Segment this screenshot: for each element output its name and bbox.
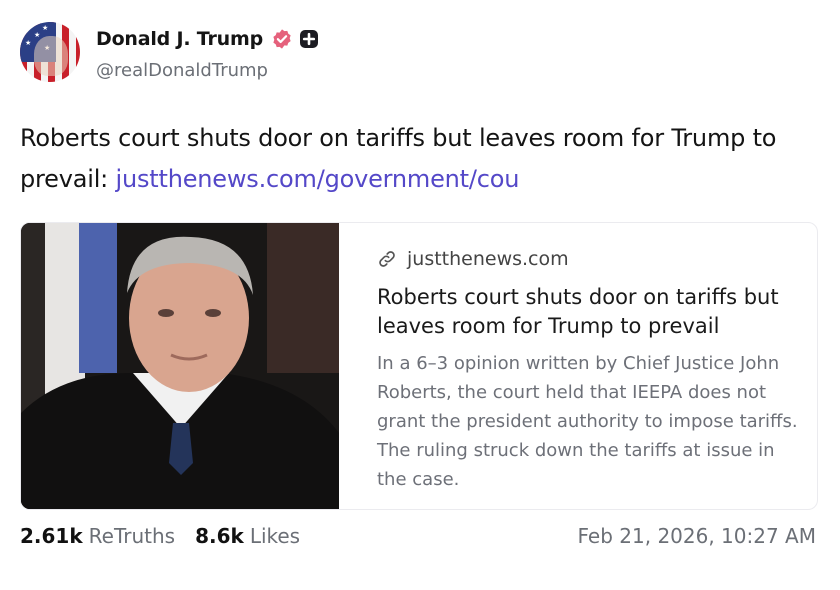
retruths-count: 2.61k [20,524,83,548]
likes-stat[interactable]: 8.6k Likes [195,524,300,548]
card-body: justthenews.com Roberts court shuts door… [377,245,807,494]
card-preview-image [21,223,339,509]
card-description: In a 6–3 opinion written by Chief Justic… [377,353,798,490]
author-handle[interactable]: @realDonaldTrump [96,60,268,81]
link-preview-card[interactable]: justthenews.com Roberts court shuts door… [20,222,818,510]
avatar-face [34,36,68,76]
likes-count: 8.6k [195,524,244,548]
author-name-row: Donald J. Trump [96,28,319,50]
plus-badge-icon [299,30,318,48]
post-link[interactable]: justthenews.com/government/cou [116,165,520,193]
card-title: Roberts court shuts door on tariffs but … [377,285,779,338]
card-domain-row: justthenews.com [377,245,807,273]
verified-badge-icon [273,29,291,49]
link-icon [379,251,395,267]
author-display-name[interactable]: Donald J. Trump [96,28,263,50]
post-timestamp[interactable]: Feb 21, 2026, 10:27 AM [578,524,816,548]
author-avatar[interactable]: ★ ★ ★ ★ ★ [20,22,80,82]
retruths-label: ReTruths [88,524,176,548]
retruths-stat[interactable]: 2.61k ReTruths [20,524,175,548]
likes-label: Likes [249,524,301,548]
post-text: Roberts court shuts door on tariffs but … [20,118,820,200]
portrait-illustration [21,223,339,509]
card-domain: justthenews.com [407,248,569,270]
post-stats: 2.61k ReTruths 8.6k Likes [20,524,320,548]
